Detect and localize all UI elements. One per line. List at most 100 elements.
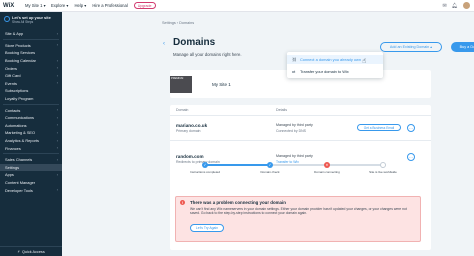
domain-name[interactable]: random.com <box>176 154 204 159</box>
sidebar-item-label: Orders <box>5 65 17 71</box>
sidebar-item-communications[interactable]: Communications › <box>0 114 62 122</box>
step-error-icon: ✕ <box>324 162 330 168</box>
sidebar-item-contacts[interactable]: Contacts › <box>0 106 62 114</box>
step-label: Domain check <box>260 170 280 174</box>
sidebar-item-finances[interactable]: Finances › <box>0 144 62 152</box>
nav-help[interactable]: Help ▾ <box>74 3 86 8</box>
buy-domain-button[interactable]: Buy a Domain <box>451 42 474 52</box>
menu-item-label: Connect a domain you already own <box>300 57 361 62</box>
sidebar-item-label: Analytics & Reports <box>5 138 39 144</box>
sidebar-item-booking-calendar[interactable]: Booking Calendar › <box>0 57 62 65</box>
chevron-right-icon: › <box>56 130 58 135</box>
sidebar-item-label: Site & App <box>5 31 24 37</box>
chevron-right-icon: › <box>56 31 58 36</box>
sidebar-item-label: Loyalty Program <box>5 96 34 102</box>
step-label: Domain connecting <box>314 170 340 174</box>
sidebar-item-developer-tools[interactable]: Developer Tools › <box>0 186 62 194</box>
domain-details: Managed by third party <box>276 123 313 127</box>
nav-hire-professional[interactable]: Hire a Professional <box>92 3 127 8</box>
sidebar-item-orders[interactable]: Orders › <box>0 64 62 72</box>
transfer-icon: ⇄ <box>292 69 296 74</box>
top-right-tools: ✉ 🔔︎ <box>442 2 470 9</box>
quick-access-icon: ⚡︎ <box>17 250 20 254</box>
chevron-right-icon: › <box>56 138 58 143</box>
chevron-right-icon: › <box>56 58 58 63</box>
step-complete-icon: ✓ <box>202 162 208 168</box>
page-title: Domains <box>173 37 216 48</box>
sidebar-item-sales-channels[interactable]: Sales Channels › <box>0 156 62 164</box>
sidebar-item-booking-services[interactable]: Booking Services <box>0 49 62 57</box>
get-business-email-button[interactable]: Get a Business Email <box>357 124 401 131</box>
sidebar-item-label: Booking Services <box>5 50 36 56</box>
sidebar: Let's set up your site Show All Steps Si… <box>0 12 62 256</box>
sidebar-item-label: Developer Tools <box>5 187 33 193</box>
quick-access-button[interactable]: ⚡︎ Quick Access <box>0 246 62 256</box>
step-label: Instructions completed <box>189 170 220 174</box>
column-header-details: Details <box>276 108 287 112</box>
site-name: My Site 1 <box>212 82 231 87</box>
progress-track <box>205 164 270 166</box>
more-actions-button[interactable]: ⋯ <box>407 124 415 132</box>
nav-explore[interactable]: Explore ▾ <box>51 3 68 8</box>
sidebar-item-label: Subscriptions <box>5 88 29 94</box>
sidebar-item-automations[interactable]: Automations › <box>0 122 62 130</box>
setup-show-steps[interactable]: Show All Steps <box>12 20 59 25</box>
site-selector[interactable]: My Site 1 ▾ <box>25 3 51 8</box>
sidebar-item-site-app[interactable]: Site & App › <box>0 30 62 38</box>
sidebar-item-label: Settings <box>5 164 20 170</box>
upgrade-button[interactable]: Upgrade <box>133 2 156 9</box>
chat-icon[interactable]: ✉ <box>442 3 446 9</box>
more-actions-button[interactable]: ⋯ <box>407 153 415 161</box>
add-existing-domain-button[interactable]: Add an Existing Domain ▴ <box>380 42 442 52</box>
back-arrow-icon[interactable]: ‹ <box>163 41 165 47</box>
mouse-pointer-icon: ☝︎ <box>362 58 367 65</box>
site-selector-label: My Site 1 <box>25 3 43 8</box>
sidebar-item-loyalty-program[interactable]: Loyalty Program <box>0 95 62 103</box>
sidebar-item-store-products[interactable]: Store Products › <box>0 42 62 50</box>
chevron-right-icon: › <box>56 66 58 71</box>
alert-body: We can't find any Wix nameservers in you… <box>190 207 407 216</box>
progress-ring-icon <box>4 16 10 22</box>
site-thumbnail: PREMIUM <box>170 76 192 93</box>
sidebar-item-content-manager[interactable]: Content Manager <box>0 179 62 187</box>
bell-icon[interactable]: 🔔︎ <box>452 3 458 9</box>
chevron-right-icon: › <box>56 188 58 193</box>
chevron-right-icon: › <box>56 157 58 162</box>
sidebar-item-gift-card[interactable]: Gift Card › <box>0 72 62 80</box>
error-icon: ! <box>180 200 185 205</box>
divider <box>170 115 431 116</box>
domain-details-2: Connected by DNS <box>276 129 306 133</box>
chevron-right-icon: › <box>56 146 58 151</box>
progress-track <box>270 164 327 166</box>
sidebar-item-label: Apps <box>5 172 14 178</box>
top-bar: WiX My Site 1 ▾ Explore ▾ Help ▾ Hire a … <box>0 0 474 12</box>
error-alert: ! There was a problem connecting your do… <box>175 196 421 242</box>
sidebar-item-label: Gift Card <box>5 73 21 79</box>
sidebar-item-settings[interactable]: Settings <box>0 163 62 172</box>
add-existing-domain-label: Add an Existing Domain <box>389 45 430 49</box>
sidebar-item-subscriptions[interactable]: Subscriptions <box>0 87 62 95</box>
sidebar-item-label: Finances <box>5 145 21 151</box>
menu-item-transfer-domain[interactable]: ⇄ Transfer your domain to Wix <box>287 67 383 76</box>
nav-help-label: Help <box>74 3 84 8</box>
sidebar-item-marketing-seo[interactable]: Marketing & SEO › <box>0 129 62 137</box>
sidebar-divider <box>3 153 59 155</box>
nav-explore-label: Explore <box>51 3 66 8</box>
sidebar-item-events[interactable]: Events › <box>0 80 62 88</box>
sidebar-item-analytics-reports[interactable]: Analytics & Reports › <box>0 137 62 145</box>
avatar[interactable] <box>463 2 470 9</box>
sidebar-item-apps[interactable]: Apps › <box>0 171 62 179</box>
alert-heading: There was a problem connecting your doma… <box>190 200 286 205</box>
breadcrumb-settings[interactable]: Settings <box>162 21 176 25</box>
sidebar-item-label: Booking Calendar <box>5 58 36 64</box>
chevron-right-icon: › <box>56 43 58 48</box>
sidebar-item-label: Communications <box>5 115 34 121</box>
try-again-button[interactable]: Let's Try Again <box>190 224 224 232</box>
menu-item-connect-domain[interactable]: ⛓︎ Connect a domain you already own ☝︎ <box>287 55 383 65</box>
sidebar-divider <box>3 103 59 105</box>
setup-widget[interactable]: Let's set up your site Show All Steps <box>3 14 59 28</box>
wix-logo[interactable]: WiX <box>3 3 25 9</box>
chevron-right-icon: › <box>56 73 58 78</box>
domain-name[interactable]: mariano.co.uk <box>176 123 207 128</box>
sidebar-menu: Site & App › Store Products › Booking Servic… <box>0 30 62 194</box>
